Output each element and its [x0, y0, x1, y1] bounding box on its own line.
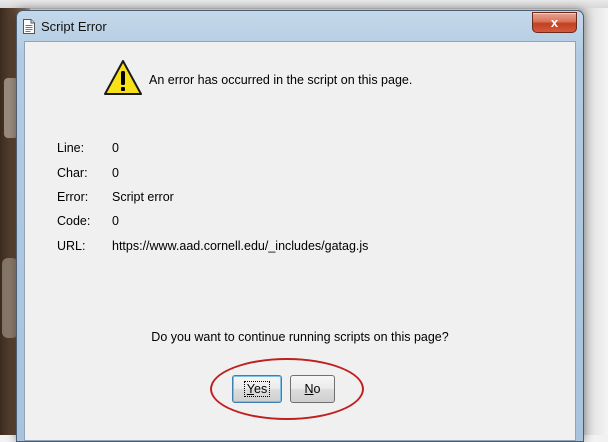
dialog-titlebar[interactable]: Script Error x: [17, 11, 583, 41]
char-label: Char:: [57, 166, 88, 180]
dialog-title: Script Error: [41, 19, 107, 34]
url-value: https://www.aad.cornell.edu/_includes/ga…: [112, 239, 369, 253]
code-label: Code:: [57, 214, 91, 228]
browser-top-strip: [0, 0, 608, 9]
error-message: An error has occurred in the script on t…: [149, 73, 413, 87]
close-button[interactable]: x: [532, 12, 577, 33]
url-label: URL:: [57, 239, 86, 253]
char-value: 0: [112, 166, 119, 180]
script-error-dialog: Script Error x An error has occurred in …: [16, 10, 584, 442]
line-label: Line:: [57, 141, 85, 155]
close-icon: x: [550, 15, 559, 30]
annotation-ellipse: [210, 358, 364, 420]
code-value: 0: [112, 214, 119, 228]
document-icon: [23, 19, 35, 34]
dialog-body: An error has occurred in the script on t…: [24, 41, 576, 441]
warning-triangle-icon: [104, 60, 142, 95]
error-value: Script error: [112, 190, 174, 204]
line-value: 0: [112, 141, 119, 155]
error-label: Error:: [57, 190, 89, 204]
continue-question: Do you want to continue running scripts …: [151, 330, 449, 344]
